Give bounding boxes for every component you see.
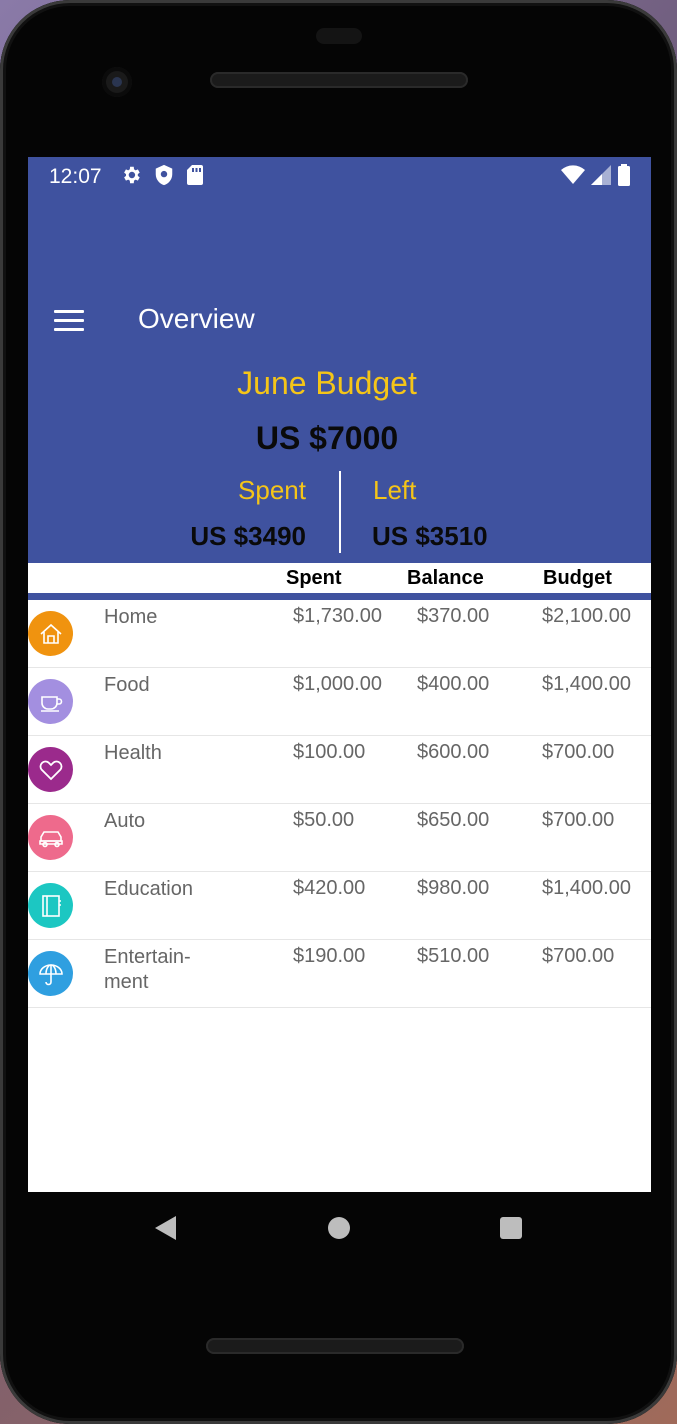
budget-cell: $2,100.00 — [542, 605, 631, 627]
spent-cell: $50.00 — [293, 809, 355, 831]
category-name: Health — [104, 742, 162, 764]
category-name: Auto — [104, 810, 146, 832]
spent-label: Spent — [238, 475, 306, 505]
spent-cell: $1,000.00 — [293, 673, 382, 695]
coffee-cup-icon — [28, 679, 73, 724]
battery-icon — [618, 164, 630, 186]
recents-square-icon[interactable] — [500, 1217, 522, 1239]
spent-cell: $190.00 — [293, 945, 366, 967]
home-circle-icon[interactable] — [328, 1217, 350, 1239]
screen: 12:07 Overview June Budget US $7000 Spen… — [28, 157, 651, 1192]
category-name: Entertain- ment — [104, 946, 191, 993]
budget-cell: $700.00 — [542, 741, 615, 763]
home-icon — [28, 611, 73, 656]
table-row[interactable]: Health $100.00 $600.00 $700.00 — [28, 736, 651, 804]
signal-icon — [591, 165, 611, 185]
table-row[interactable]: Auto $50.00 $650.00 $700.00 — [28, 804, 651, 872]
category-name: Food — [104, 674, 150, 696]
phone-frame: 12:07 Overview June Budget US $7000 Spen… — [0, 0, 677, 1424]
budget-cell: $1,400.00 — [542, 673, 631, 695]
balance-cell: $370.00 — [417, 605, 490, 627]
left-value: US $3510 — [372, 521, 488, 551]
table-row[interactable]: Food $1,000.00 $400.00 $1,400.00 — [28, 668, 651, 736]
balance-cell: $650.00 — [417, 809, 490, 831]
car-icon — [28, 815, 73, 860]
header-rule — [28, 593, 651, 600]
page-title: Overview — [138, 303, 255, 334]
wifi-icon — [561, 165, 585, 184]
budget-cell: $1,400.00 — [542, 877, 631, 899]
earpiece-notch — [316, 28, 362, 44]
top-speaker — [210, 72, 468, 88]
budget-title: June Budget — [237, 365, 417, 401]
app-bar: 12:07 Overview June Budget US $7000 Spen… — [28, 157, 651, 563]
spent-cell: $1,730.00 — [293, 605, 382, 627]
column-header-spent: Spent — [286, 567, 342, 589]
menu-line — [54, 319, 84, 322]
summary-divider — [339, 471, 341, 553]
left-label: Left — [373, 475, 417, 505]
menu-line — [54, 310, 84, 313]
table-row[interactable]: Entertain- ment $190.00 $510.00 $700.00 — [28, 940, 651, 1008]
budget-total: US $7000 — [255, 420, 399, 456]
column-header-budget: Budget — [543, 567, 612, 589]
table-row[interactable]: Education $420.00 $980.00 $1,400.00 — [28, 872, 651, 940]
sd-card-icon — [187, 165, 203, 185]
category-name: Education — [104, 878, 193, 900]
gear-icon — [124, 166, 140, 184]
book-icon — [28, 883, 73, 928]
heart-icon — [28, 747, 73, 792]
balance-cell: $510.00 — [417, 945, 490, 967]
balance-cell: $600.00 — [417, 741, 490, 763]
budget-cell: $700.00 — [542, 945, 615, 967]
spent-cell: $100.00 — [293, 741, 366, 763]
table-header: Spent Balance Budget — [28, 563, 651, 593]
spent-cell: $420.00 — [293, 877, 366, 899]
status-time: 12:07 — [49, 165, 102, 188]
umbrella-icon — [28, 951, 73, 996]
menu-line — [54, 328, 84, 331]
front-camera — [102, 67, 132, 97]
table-row[interactable]: Home $1,730.00 $370.00 $2,100.00 — [28, 600, 651, 668]
status-icons-right — [561, 164, 631, 186]
balance-cell: $980.00 — [417, 877, 490, 899]
shield-icon — [155, 164, 173, 186]
hamburger-menu-icon[interactable] — [52, 305, 86, 335]
category-name: Home — [104, 606, 158, 628]
column-header-balance: Balance — [407, 567, 484, 589]
budget-cell: $700.00 — [542, 809, 615, 831]
balance-cell: $400.00 — [417, 673, 490, 695]
status-icons-left — [120, 164, 204, 186]
back-icon[interactable] — [155, 1216, 176, 1240]
bottom-speaker — [206, 1338, 464, 1354]
spent-value: US $3490 — [190, 521, 306, 551]
category-table: Home $1,730.00 $370.00 $2,100.00 Food $1… — [28, 600, 651, 1008]
